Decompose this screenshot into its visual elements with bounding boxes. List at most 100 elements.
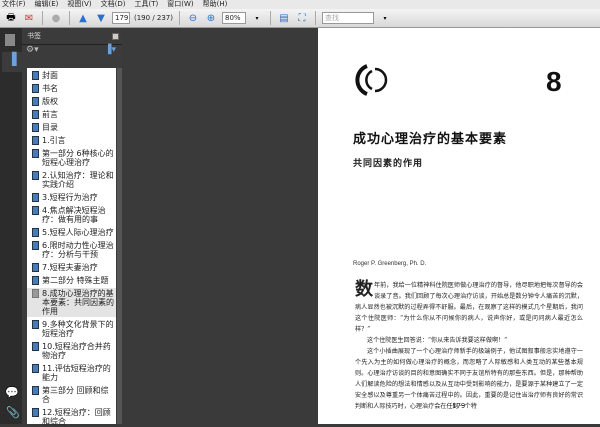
new-bookmark-icon[interactable]: ▐▾ <box>105 45 116 55</box>
panel-options-icon[interactable] <box>112 33 119 40</box>
bookmarks-panel: 书签 ⚙▾ ▐▾ 封面书名版权前言目录 1.引言第一部分 6种核心的短程心理治疗 2… <box>22 28 122 427</box>
menu-help[interactable]: 帮助(H) <box>203 0 228 9</box>
bookmark-item[interactable]: 11.评估短程治疗的能力 <box>27 363 116 383</box>
bookmark-item[interactable]: 目录 <box>27 122 116 133</box>
bookmark-icon <box>32 71 39 80</box>
pages-icon[interactable] <box>5 34 15 46</box>
bookmark-item[interactable]: 6.限时动力性心理治疗：分析与干预 <box>27 240 116 260</box>
comments-icon[interactable]: 💬 <box>5 386 19 399</box>
toolbar: 🖶 ✉ ● ▲ ▼ 179 (190 / 237) ⊖ ⊕ 80% ▾ ▤ ⛶ … <box>0 9 600 28</box>
bookmark-icon <box>32 289 39 298</box>
chapter-number: 8 <box>546 66 562 97</box>
bookmark-label: 第二部分 特殊主题 <box>42 276 109 285</box>
bookmark-icon <box>32 241 39 250</box>
paragraph-text: 年前，我给一位精神科住院医师做心理治疗的督导，他尽职地把每次督导的会谈录了音。我… <box>355 282 583 333</box>
bookmark-icon <box>32 342 39 351</box>
menu-edit[interactable]: 编辑(E) <box>35 0 59 9</box>
bookmark-label: 11.评估短程治疗的能力 <box>42 364 111 382</box>
bookmark-label: 9.多种文化背景下的短程治疗 <box>42 320 114 338</box>
chapter-title: 成功心理治疗的基本要素 <box>353 132 508 147</box>
full-screen-icon[interactable]: ⛶ <box>295 11 309 25</box>
divider <box>315 11 316 25</box>
bookmark-item[interactable]: 7.短程夫妻治疗 <box>27 262 116 273</box>
bookmark-icon <box>32 228 39 237</box>
bookmark-icon <box>32 84 39 93</box>
zoom-in-icon[interactable]: ⊕ <box>204 11 218 25</box>
fit-page-icon[interactable]: ▤ <box>277 11 291 25</box>
hand-tool-icon[interactable]: ● <box>49 11 63 25</box>
zoom-dropdown-icon[interactable]: ▾ <box>250 11 264 25</box>
menu-document[interactable]: 文档(D) <box>101 0 126 9</box>
page-number-input[interactable]: 179 <box>112 12 130 24</box>
bookmark-label: 目录 <box>42 123 58 132</box>
bookmark-label: 5.短程人际心理治疗 <box>42 228 114 237</box>
bookmark-item[interactable]: 第三部分 回顾和综合 <box>27 385 116 405</box>
bookmark-label: 8.成功心理治疗的基本要素：共同因素的作用 <box>42 289 114 316</box>
divider <box>42 11 43 25</box>
bookmark-icon <box>32 408 39 417</box>
search-input[interactable]: 查找 <box>322 12 374 24</box>
zoom-out-icon[interactable]: ⊖ <box>186 11 200 25</box>
bookmark-item[interactable]: 5.短程人际心理治疗 <box>27 227 116 238</box>
bookmark-item[interactable]: 前言 <box>27 109 116 120</box>
bookmark-label: 3.短程行为治疗 <box>42 193 98 202</box>
bookmark-icon <box>32 364 39 373</box>
bookmark-icon <box>32 171 39 180</box>
bookmark-icon <box>32 110 39 119</box>
bookmark-item[interactable]: 版权 <box>27 96 116 107</box>
attachments-icon[interactable]: 📎 <box>6 406 20 419</box>
menu-tools[interactable]: 工具(T) <box>135 0 159 9</box>
panel-title: 书签 <box>27 32 41 40</box>
bookmark-label: 封面 <box>42 71 58 80</box>
bookmark-icon <box>32 97 39 106</box>
menu-file[interactable]: 文件(F) <box>2 0 26 9</box>
bookmark-icon <box>32 206 39 215</box>
bookmark-item[interactable]: 书名 <box>27 83 116 94</box>
menu-view[interactable]: 视图(V) <box>67 0 91 9</box>
bookmark-item[interactable]: 1.引言 <box>27 135 116 146</box>
bookmark-label: 6.限时动力性心理治疗：分析与干预 <box>42 241 114 259</box>
bookmarks-icon[interactable]: ▐ <box>2 52 22 72</box>
bookmark-label: 12.短程治疗：回顾和综合 <box>42 408 111 426</box>
previous-page-icon[interactable]: ▲ <box>76 11 90 25</box>
bookmark-label: 第一部分 6种核心的短程心理治疗 <box>42 149 114 167</box>
print-icon[interactable]: 🖶 <box>4 11 18 25</box>
document-page: 8 成功心理治疗的基本要素 共同因素的作用 Roger P. Greenberg… <box>318 28 600 424</box>
bookmark-icon <box>32 193 39 202</box>
drop-cap: 数 <box>355 279 373 300</box>
bookmark-icon <box>32 263 39 272</box>
next-page-icon[interactable]: ▼ <box>94 11 108 25</box>
bookmark-icon <box>32 149 39 158</box>
scrollbar[interactable] <box>117 68 122 424</box>
bookmark-icon <box>32 320 39 329</box>
bookmark-item[interactable]: 12.短程治疗：回顾和综合 <box>27 407 116 427</box>
menu-window[interactable]: 窗口(W) <box>167 0 193 9</box>
paragraph: 这个住院医生回答说：“你从来告诉我要这样做啊！” <box>367 337 508 344</box>
bookmark-item[interactable]: 2.认知治疗：理论和实践介绍 <box>27 170 116 190</box>
bookmark-label: 7.短程夫妻治疗 <box>42 263 98 272</box>
zoom-input[interactable]: 80% <box>222 12 246 24</box>
bookmark-item[interactable]: 第一部分 6种核心的短程心理治疗 <box>27 148 116 168</box>
bookmark-icon <box>32 123 39 132</box>
bookmark-item[interactable]: 4.焦点解决短程治疗：做有用的事 <box>27 205 116 225</box>
bookmark-list: 封面书名版权前言目录 1.引言第一部分 6种核心的短程心理治疗 2.认知治疗：理论和… <box>27 68 116 427</box>
bookmark-label: 前言 <box>42 110 58 119</box>
bookmark-item[interactable]: 3.短程行为治疗 <box>27 192 116 203</box>
paragraph: 数年前，我给一位精神科住院医师做心理治疗的督导，他尽职地把每次督导的会谈录了音。… <box>355 280 583 335</box>
panel-toolbar: ⚙▾ ▐▾ <box>22 45 122 56</box>
gear-icon[interactable]: ⚙▾ <box>26 45 39 55</box>
bookmark-item[interactable]: 封面 <box>27 70 116 81</box>
bookmark-item[interactable]: 8.成功心理治疗的基本要素：共同因素的作用 <box>27 288 116 317</box>
bookmark-item[interactable]: 9.多种文化背景下的短程治疗 <box>27 319 116 339</box>
divider <box>179 11 180 25</box>
bookmark-icon <box>32 276 39 285</box>
bookmark-label: 第三部分 回顾和综合 <box>42 386 109 404</box>
share-icon[interactable]: ✉ <box>22 11 36 25</box>
chapter-subtitle: 共同因素的作用 <box>353 159 424 169</box>
bookmark-label: 4.焦点解决短程治疗：做有用的事 <box>42 206 106 224</box>
body-text: 数年前，我给一位精神科住院医师做心理治疗的督导，他尽职地把每次督导的会谈录了音。… <box>355 280 583 412</box>
search-dropdown-icon[interactable]: ▾ <box>378 11 392 25</box>
bookmark-item[interactable]: 10.短程治疗合并药物治疗 <box>27 341 116 361</box>
bookmark-label: 版权 <box>42 97 58 106</box>
bookmark-item[interactable]: 第二部分 特殊主题 <box>27 275 116 286</box>
